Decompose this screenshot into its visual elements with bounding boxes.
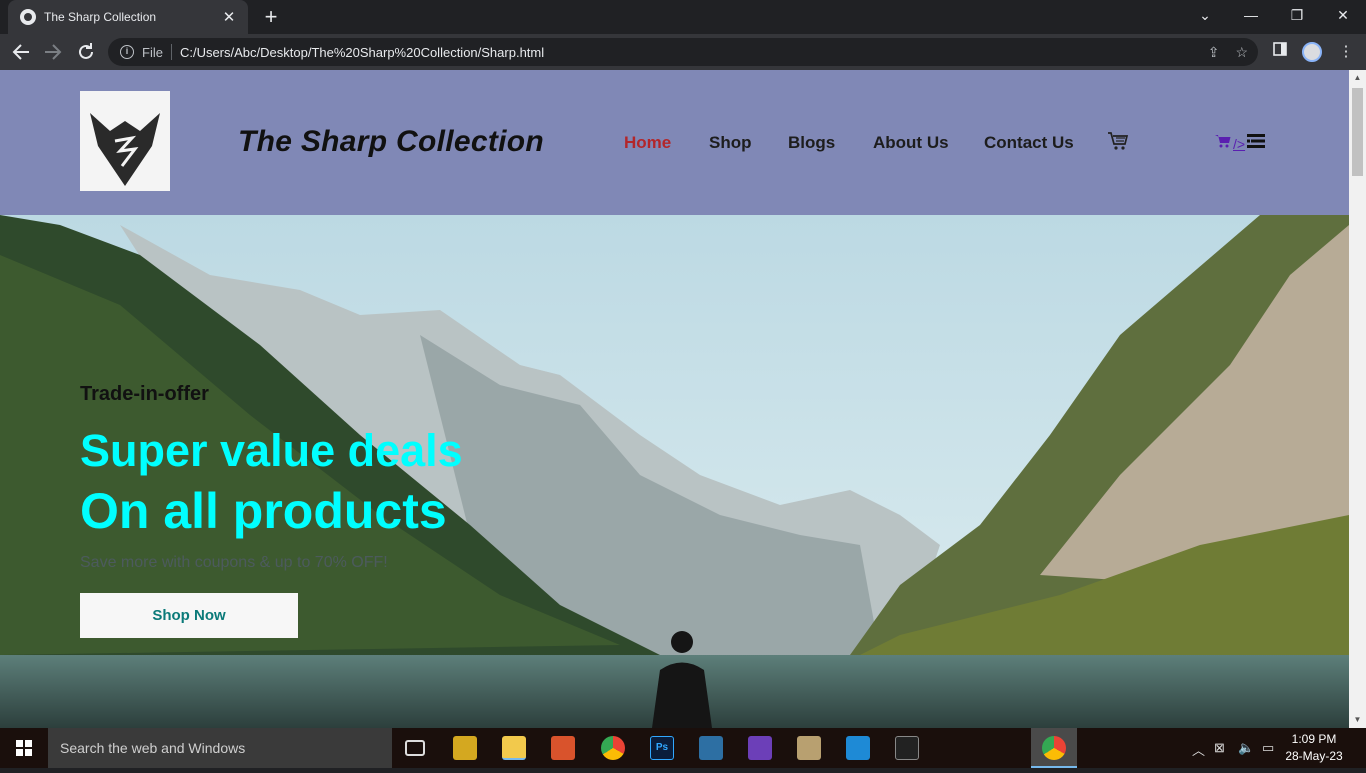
notifications-icon[interactable]: ▭ (1262, 740, 1274, 756)
minimize-button[interactable]: — (1228, 0, 1274, 30)
tab-title: The Sharp Collection (44, 10, 157, 24)
file-archiver-icon[interactable] (453, 736, 477, 760)
menu-kebab-icon[interactable]: ⋮ (1334, 40, 1358, 64)
taskbar-clock[interactable]: 1:09 PM 28-May-23 (1284, 731, 1344, 765)
nav-blogs[interactable]: Blogs (788, 133, 835, 153)
visual-studio-icon[interactable] (748, 736, 772, 760)
hero-heading-line2: On all products (80, 483, 447, 539)
cart-icon[interactable] (1107, 131, 1129, 151)
task-view-icon[interactable] (405, 740, 425, 756)
scroll-down-icon[interactable]: ▼ (1349, 712, 1366, 728)
chrome-icon[interactable] (601, 736, 625, 760)
share-icon[interactable]: ⇪ (1208, 44, 1220, 61)
tray-expand-icon[interactable]: ︿ (1192, 740, 1205, 759)
new-tab-button[interactable]: + (258, 3, 284, 31)
windows-taskbar: Search the web and Windows Ps ︿ ⊠ 🔈 ▭ 1:… (0, 728, 1366, 768)
nav-home[interactable]: Home (624, 133, 671, 153)
globe-icon (20, 9, 36, 25)
hero-section: Trade-in-offer Super value deals On all … (0, 215, 1349, 728)
nav-contact-us[interactable]: Contact Us (984, 133, 1074, 153)
taskbar-search-input[interactable]: Search the web and Windows (48, 728, 392, 768)
mobile-cart-icon[interactable] (1215, 134, 1231, 153)
hero-eyebrow: Trade-in-offer (80, 383, 209, 405)
reload-icon[interactable] (74, 40, 98, 64)
hamburger-icon[interactable] (1247, 134, 1266, 153)
info-icon[interactable]: i (120, 45, 134, 59)
hero-heading-line1: Super value deals (80, 425, 463, 476)
photoshop-icon[interactable]: Ps (650, 736, 674, 760)
site-logo[interactable] (80, 91, 170, 191)
file-explorer-icon[interactable] (502, 736, 526, 760)
profile-avatar[interactable] (1302, 42, 1322, 62)
text-editor-icon[interactable] (699, 736, 723, 760)
shop-now-button[interactable]: Shop Now (80, 593, 298, 638)
nav-shop[interactable]: Shop (709, 133, 752, 153)
scroll-up-icon[interactable]: ▲ (1349, 70, 1366, 86)
vscode-icon[interactable] (846, 736, 870, 760)
site-header: The Sharp Collection Home Shop Blogs Abo… (0, 70, 1349, 215)
bookmark-star-icon[interactable]: ☆ (1235, 44, 1248, 61)
back-icon[interactable] (9, 40, 33, 64)
presentation-icon[interactable] (551, 736, 575, 760)
mobile-nav: /> (1215, 134, 1266, 153)
clock-time: 1:09 PM (1291, 732, 1337, 746)
divider (170, 44, 172, 60)
file-label: File (142, 44, 163, 60)
windows-start-icon[interactable] (0, 728, 48, 768)
tab-search-icon[interactable]: ⌄ (1182, 0, 1228, 30)
nav-about-us[interactable]: About Us (873, 133, 949, 153)
browser-tab[interactable]: The Sharp Collection ✕ (8, 0, 248, 34)
network-icon[interactable]: ⊠ (1214, 740, 1225, 756)
clock-date: 28-May-23 (1285, 749, 1343, 763)
hero-subtext: Save more with coupons & up to 70% OFF! (80, 554, 388, 571)
tab-strip: The Sharp Collection ✕ + ⌄ — ❐ ✕ (0, 0, 1366, 34)
mobile-nav-text[interactable]: /> (1233, 136, 1245, 152)
restore-button[interactable]: ❐ (1274, 0, 1320, 30)
side-panel-icon[interactable] (1268, 40, 1292, 64)
tab-close-icon[interactable]: ✕ (220, 8, 238, 26)
web-page: The Sharp Collection Home Shop Blogs Abo… (0, 70, 1349, 728)
chrome-active-app[interactable] (1031, 728, 1077, 768)
brand-title: The Sharp Collection (238, 125, 545, 158)
page-scrollbar[interactable]: ▲ ▼ (1349, 70, 1366, 728)
url-text[interactable]: C:/Users/Abc/Desktop/The%20Sharp%20Colle… (180, 45, 544, 60)
chrome-active-icon (1042, 736, 1066, 760)
forward-icon[interactable] (41, 40, 65, 64)
browser-toolbar: i File C:/Users/Abc/Desktop/The%20Sharp%… (0, 34, 1366, 70)
address-bar[interactable]: i File C:/Users/Abc/Desktop/The%20Sharp%… (108, 38, 1258, 66)
terminal-icon[interactable] (895, 736, 919, 760)
volume-icon[interactable]: 🔈 (1238, 740, 1254, 756)
scrollbar-thumb[interactable] (1352, 88, 1363, 176)
tools-icon[interactable] (797, 736, 821, 760)
close-window-button[interactable]: ✕ (1320, 0, 1366, 30)
